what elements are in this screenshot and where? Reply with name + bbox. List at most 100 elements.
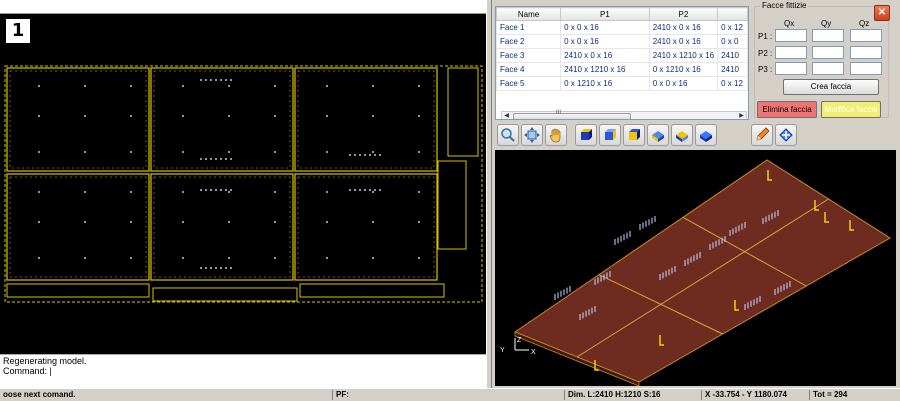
command-prompt-line[interactable]: Command: | [0,366,486,376]
hole-dot [182,221,184,223]
hole-dot [228,115,230,117]
hole-dot [418,151,420,153]
table-row[interactable]: Face 4 2410 x 1210 x 16 0 x 1210 x 16 24… [496,62,748,77]
row-label-p1: P1 : [758,32,773,41]
panel-inner-dashed [297,176,435,278]
create-face-button[interactable]: Crea faccia [783,79,879,95]
view-toolbar [495,124,895,148]
pan-hand-icon[interactable] [545,124,567,146]
command-area[interactable]: Regenerating model. Command: | [0,354,486,389]
table-row[interactable]: Face 3 2410 x 0 x 16 2410 x 1210 x 16 24… [496,48,748,63]
hinge-dot [374,154,376,156]
cell-name: Face 3 [496,48,562,63]
cell-p1: 2410 x 0 x 16 [560,48,650,63]
hole-dot [418,115,420,117]
hole-dot [130,191,132,193]
rotate-3d-icon[interactable] [775,124,797,146]
panel-outline [6,173,150,281]
command-history-line: Regenerating model. [3,356,87,366]
pencil-edit-icon[interactable] [751,124,773,146]
hole-dot [228,257,230,259]
table-row[interactable]: Face 5 0 x 1210 x 16 0 x 0 x 16 0 x 12 [496,76,748,91]
hole-dot [38,257,40,259]
p2-qz-field[interactable] [850,46,882,59]
scroll-right-icon[interactable]: ▶ [737,112,746,119]
hinge-dot [200,189,202,191]
hinge-dot [200,267,202,269]
column-header-p1[interactable]: P1 [560,7,650,21]
hole-dot [182,257,184,259]
right-panel: Name P1 P2 Face 1 0 x 0 x 16 2410 x 0 x … [492,0,900,388]
p1-qz-field[interactable] [850,29,882,42]
cell-name: Face 5 [496,76,562,91]
hinge-dot [215,189,217,191]
hinge-dot [220,267,222,269]
view-front-icon[interactable] [575,124,597,146]
viewport-2d[interactable]: 1 [0,14,486,354]
drawing-2d [4,65,483,303]
hole-dot [84,221,86,223]
board-top-face [513,159,891,383]
hole-dot [38,151,40,153]
view-iso-left-icon[interactable] [647,124,669,146]
fit-view-icon[interactable] [521,124,543,146]
hinge-dot [225,79,227,81]
hole-dot [38,85,40,87]
hinge-dot [369,154,371,156]
hinge-dot [359,154,361,156]
hole-dot [372,257,374,259]
hole-dot [372,151,374,153]
p1-qy-field[interactable] [812,29,844,42]
hole-dot [182,115,184,117]
hole-dot [372,191,374,193]
panel-inner-dashed [153,176,291,278]
hole-dot [326,221,328,223]
hinge-dot [349,154,351,156]
p1-qx-field[interactable] [775,29,807,42]
column-header-name[interactable]: Name [496,7,562,21]
hinge-dot [230,267,232,269]
zoom-icon[interactable] [497,124,519,146]
cell-p2: 2410 x 0 x 16 [648,20,719,35]
hole-dot [418,85,420,87]
delete-face-button[interactable]: Elimina faccia [757,101,817,118]
panel-outline [150,67,294,172]
column-header-p3[interactable] [717,7,748,21]
p3-qz-field[interactable] [850,62,882,75]
p3-qx-field[interactable] [775,62,807,75]
hinge-dot [354,189,356,191]
hinge-dot [354,154,356,156]
p2-qy-field[interactable] [812,46,844,59]
hinge-dot [220,158,222,160]
cell-p2: 0 x 1210 x 16 [648,62,719,77]
p2-qx-field[interactable] [775,46,807,59]
view-back-icon[interactable] [599,124,621,146]
scroll-thumb[interactable] [513,113,631,119]
panel-outline [294,67,438,172]
view-top-icon[interactable] [623,124,645,146]
table-horizontal-scrollbar[interactable]: ◀ III ▶ [501,110,747,119]
faces-table: Name P1 P2 Face 1 0 x 0 x 16 2410 x 0 x … [496,7,748,91]
p3-qy-field[interactable] [812,62,844,75]
view-iso-right-icon[interactable] [671,124,693,146]
column-header-p2[interactable]: P2 [648,7,719,21]
hole-dot [228,151,230,153]
axis-z-label: Z [517,337,522,344]
status-total: Tot = 294 [809,390,900,400]
hole-dot [182,191,184,193]
viewport-3d[interactable]: Y Z X [495,150,896,386]
hole-dot [326,191,328,193]
axis-y-label: Y [500,347,505,354]
table-row[interactable]: Face 1 0 x 0 x 16 2410 x 0 x 16 0 x 12 [496,20,748,35]
hole-dot [38,115,40,117]
view-bottom-icon[interactable] [695,124,717,146]
close-icon[interactable]: ✕ [874,5,890,21]
table-row[interactable]: Face 2 0 x 0 x 16 2410 x 0 x 16 0 x 0 [496,34,748,49]
row-label-p3: P3 : [758,65,773,74]
modify-face-button[interactable]: Modifica faccia [821,101,881,118]
hole-dot [274,221,276,223]
hole-dot [38,221,40,223]
cell-p3: 2410 [717,48,748,63]
scroll-left-icon[interactable]: ◀ [502,112,511,119]
cell-p1: 0 x 1210 x 16 [560,76,650,91]
